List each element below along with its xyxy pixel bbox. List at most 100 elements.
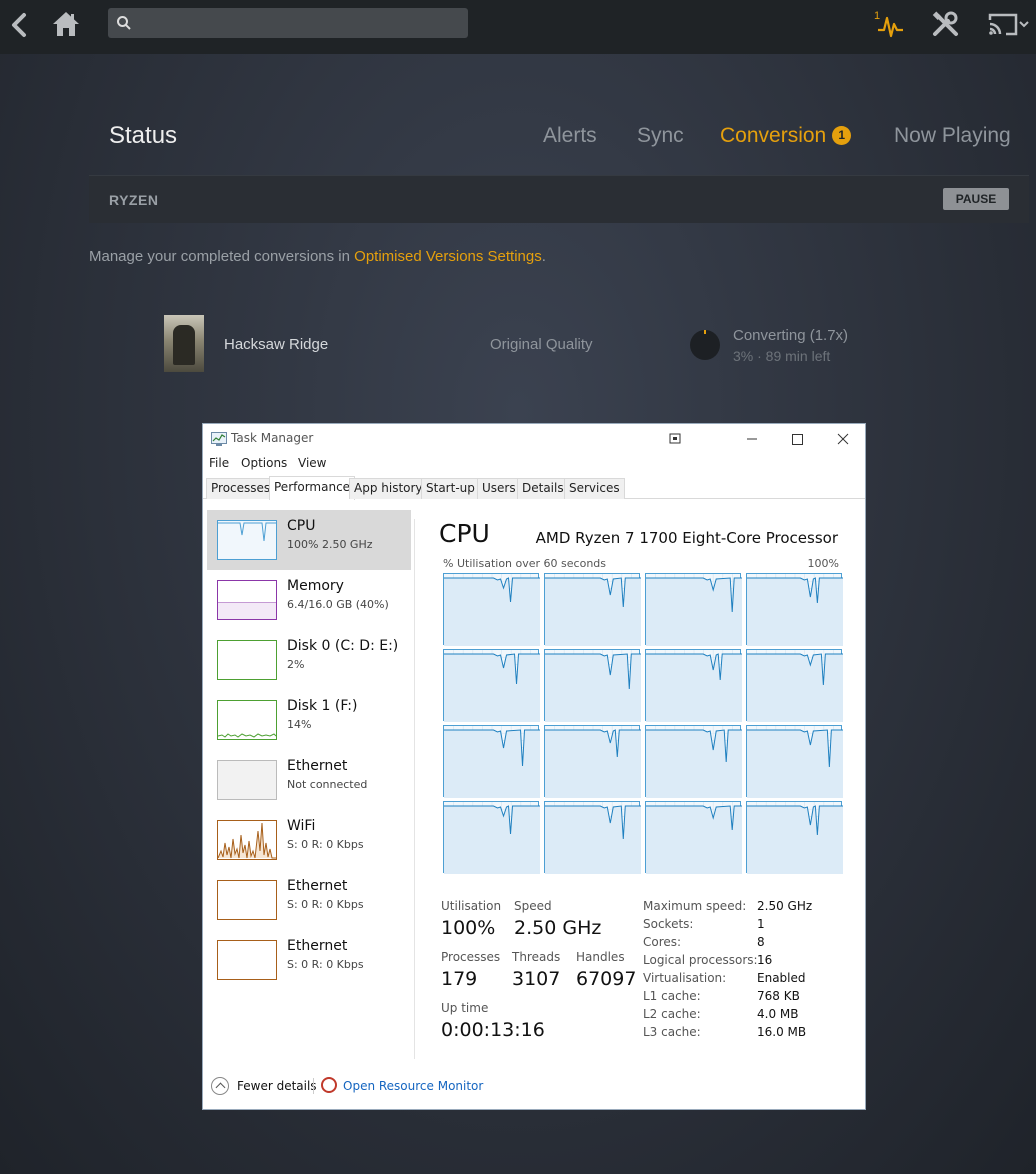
tab-alerts[interactable]: Alerts <box>543 124 597 148</box>
task-manager-titlebar[interactable]: Task Manager <box>203 424 865 452</box>
resource-monitor-icon[interactable] <box>321 1077 337 1093</box>
wifi-thumbnail <box>217 820 277 860</box>
resource-ethernet-3[interactable]: Ethernet S: 0 R: 0 Kbps <box>207 930 411 990</box>
manage-conversions-text: Manage your completed conversions in Opt… <box>89 248 546 265</box>
cpu-core-graph <box>746 801 843 874</box>
tab-label: Conversion <box>720 124 827 147</box>
handles-label: Handles <box>576 950 625 964</box>
fewer-details-icon[interactable] <box>211 1077 229 1095</box>
manage-prefix: Manage your completed conversions in <box>89 248 355 265</box>
resource-cpu[interactable]: CPU 100% 2.50 GHz <box>207 510 411 570</box>
tab-now-playing[interactable]: Now Playing <box>894 124 1011 148</box>
home-icon[interactable] <box>50 8 82 40</box>
menu-view[interactable]: View <box>298 456 326 470</box>
resource-name: CPU <box>287 518 316 534</box>
detail-value: Enabled <box>757 971 806 985</box>
manage-suffix: . <box>541 248 546 265</box>
detail-key: Virtualisation: <box>643 971 727 985</box>
conversion-status: Converting (1.7x) <box>733 327 849 344</box>
tab-users[interactable]: Users <box>477 478 521 499</box>
cpu-core-graph <box>544 801 641 874</box>
detail-value: 16 <box>757 953 773 967</box>
resource-disk-1[interactable]: Disk 1 (F:) 14% <box>207 690 411 750</box>
detail-key: Cores: <box>643 935 682 949</box>
task-manager-icon <box>211 431 227 446</box>
tab-app-history[interactable]: App history <box>349 478 428 499</box>
resource-name: Ethernet <box>287 938 348 954</box>
page-title: Status <box>109 122 178 149</box>
cpu-heading: CPU <box>439 519 490 548</box>
tab-performance[interactable]: Performance <box>269 476 356 500</box>
pause-button[interactable]: PAUSE <box>943 188 1009 210</box>
menu-options[interactable]: Options <box>241 456 287 470</box>
detail-value: 4.0 MB <box>757 1007 799 1021</box>
cpu-core-graph <box>544 725 641 798</box>
resource-ethernet-1[interactable]: Ethernet Not connected <box>207 750 411 810</box>
detail-key: L1 cache: <box>643 989 701 1003</box>
ethernet-1-thumbnail <box>217 760 277 800</box>
activity-button[interactable]: 1 <box>870 8 910 40</box>
resource-detail: 6.4/16.0 GB (40%) <box>287 598 389 611</box>
tab-processes[interactable]: Processes <box>206 478 276 499</box>
panel-divider[interactable] <box>414 519 415 1059</box>
resource-name: Disk 1 (F:) <box>287 698 358 714</box>
cpu-core-graph <box>544 649 641 722</box>
detail-key: L3 cache: <box>643 1025 701 1039</box>
maximize-icon[interactable] <box>782 428 812 450</box>
close-icon[interactable] <box>828 428 858 450</box>
resource-name: WiFi <box>287 818 316 834</box>
cpu-core-graph <box>746 649 843 722</box>
ethernet-3-thumbnail <box>217 940 277 980</box>
minimize-icon[interactable] <box>737 428 767 450</box>
resource-detail: S: 0 R: 0 Kbps <box>287 898 364 911</box>
tab-conversion[interactable]: Conversion 1 <box>720 124 852 148</box>
disk-1-thumbnail <box>217 700 277 740</box>
back-icon[interactable] <box>6 10 34 40</box>
tab-details[interactable]: Details <box>517 478 569 499</box>
cpu-core-graph <box>443 573 540 646</box>
handles-value: 67097 <box>576 968 637 990</box>
memory-thumbnail <box>217 580 277 620</box>
resource-detail: Not connected <box>287 778 368 791</box>
resource-disk-0[interactable]: Disk 0 (C: D: E:) 2% <box>207 630 411 690</box>
settings-tools-icon[interactable] <box>930 10 962 40</box>
resource-detail: S: 0 R: 0 Kbps <box>287 958 364 971</box>
window-title: Task Manager <box>231 431 314 445</box>
resource-ethernet-2[interactable]: Ethernet S: 0 R: 0 Kbps <box>207 870 411 930</box>
utilisation-graph-max: 100% <box>807 557 839 570</box>
search-bar[interactable] <box>108 8 468 38</box>
conversion-title[interactable]: Hacksaw Ridge <box>224 336 328 353</box>
resource-memory[interactable]: Memory 6.4/16.0 GB (40%) <box>207 570 411 630</box>
threads-value: 3107 <box>512 968 561 990</box>
utilisation-value: 100% <box>441 917 496 939</box>
server-name: RYZEN <box>109 192 159 208</box>
optimised-versions-settings-link[interactable]: Optimised Versions Settings <box>354 248 542 265</box>
cpu-core-graph <box>746 725 843 798</box>
task-manager-window: Task Manager File Options View Processes… <box>202 423 866 1110</box>
resource-name: Ethernet <box>287 878 348 894</box>
conversion-count-badge: 1 <box>832 126 852 145</box>
movie-poster[interactable] <box>164 315 204 372</box>
fewer-details-link[interactable]: Fewer details <box>237 1079 317 1093</box>
cpu-core-graph <box>746 573 843 646</box>
search-input[interactable] <box>138 12 458 34</box>
speed-value: 2.50 GHz <box>514 917 602 939</box>
cpu-core-graph <box>544 573 641 646</box>
processes-value: 179 <box>441 968 478 990</box>
detail-key: Maximum speed: <box>643 899 747 913</box>
resource-wifi[interactable]: WiFi S: 0 R: 0 Kbps <box>207 810 411 870</box>
tab-services[interactable]: Services <box>564 478 625 499</box>
utilisation-label: Utilisation <box>441 899 502 913</box>
conversion-detail: 3% · 89 min left <box>733 348 831 364</box>
tab-start-up[interactable]: Start-up <box>421 478 480 499</box>
task-manager-footer: Fewer details Open Resource Monitor <box>203 1072 865 1110</box>
compact-view-icon[interactable] <box>661 428 691 450</box>
tab-sync[interactable]: Sync <box>637 124 684 148</box>
menu-file[interactable]: File <box>209 456 229 470</box>
tab-label: Now Playing <box>894 124 1011 147</box>
open-resource-monitor-link[interactable]: Open Resource Monitor <box>343 1079 483 1093</box>
tab-label: Sync <box>637 124 684 147</box>
utilisation-graph-label: % Utilisation over 60 seconds <box>443 557 607 570</box>
server-bar: RYZEN PAUSE <box>89 175 1029 223</box>
cast-icon[interactable] <box>986 10 1030 40</box>
